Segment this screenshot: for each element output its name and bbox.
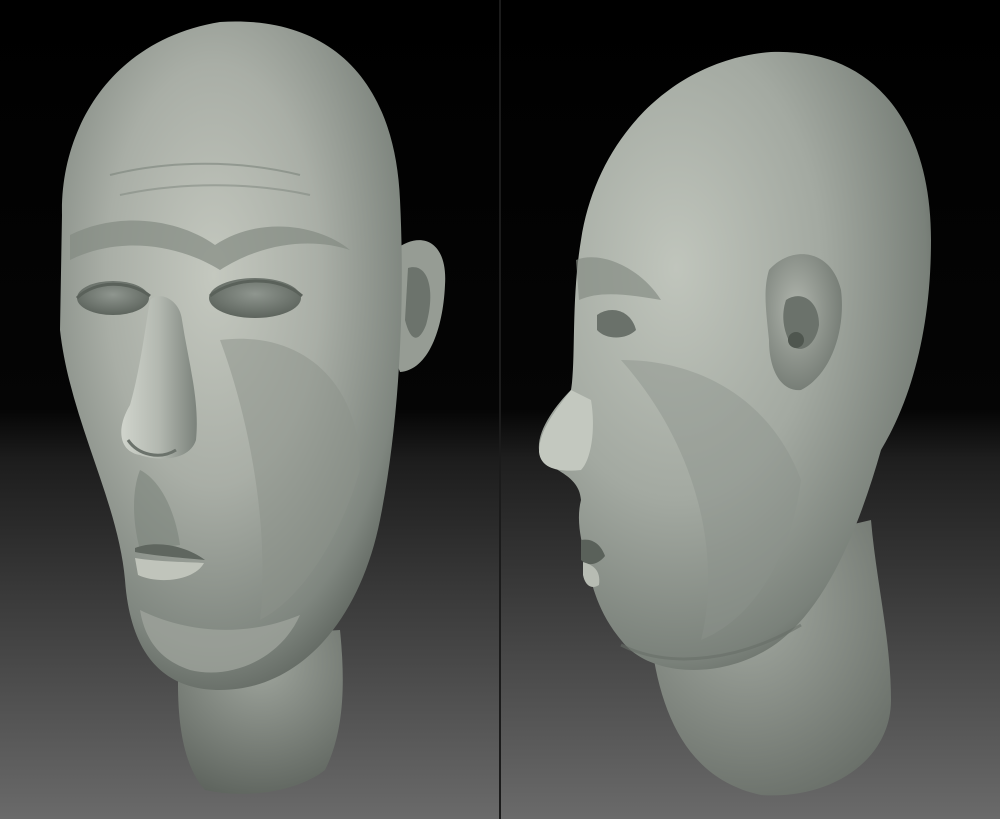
render-viewport	[0, 0, 1000, 819]
front-view-render	[0, 0, 499, 819]
front-view-panel	[0, 0, 499, 819]
side-view-render	[501, 0, 1000, 819]
left-eye	[77, 281, 149, 315]
right-eye	[209, 278, 301, 318]
side-view-panel	[501, 0, 1000, 819]
